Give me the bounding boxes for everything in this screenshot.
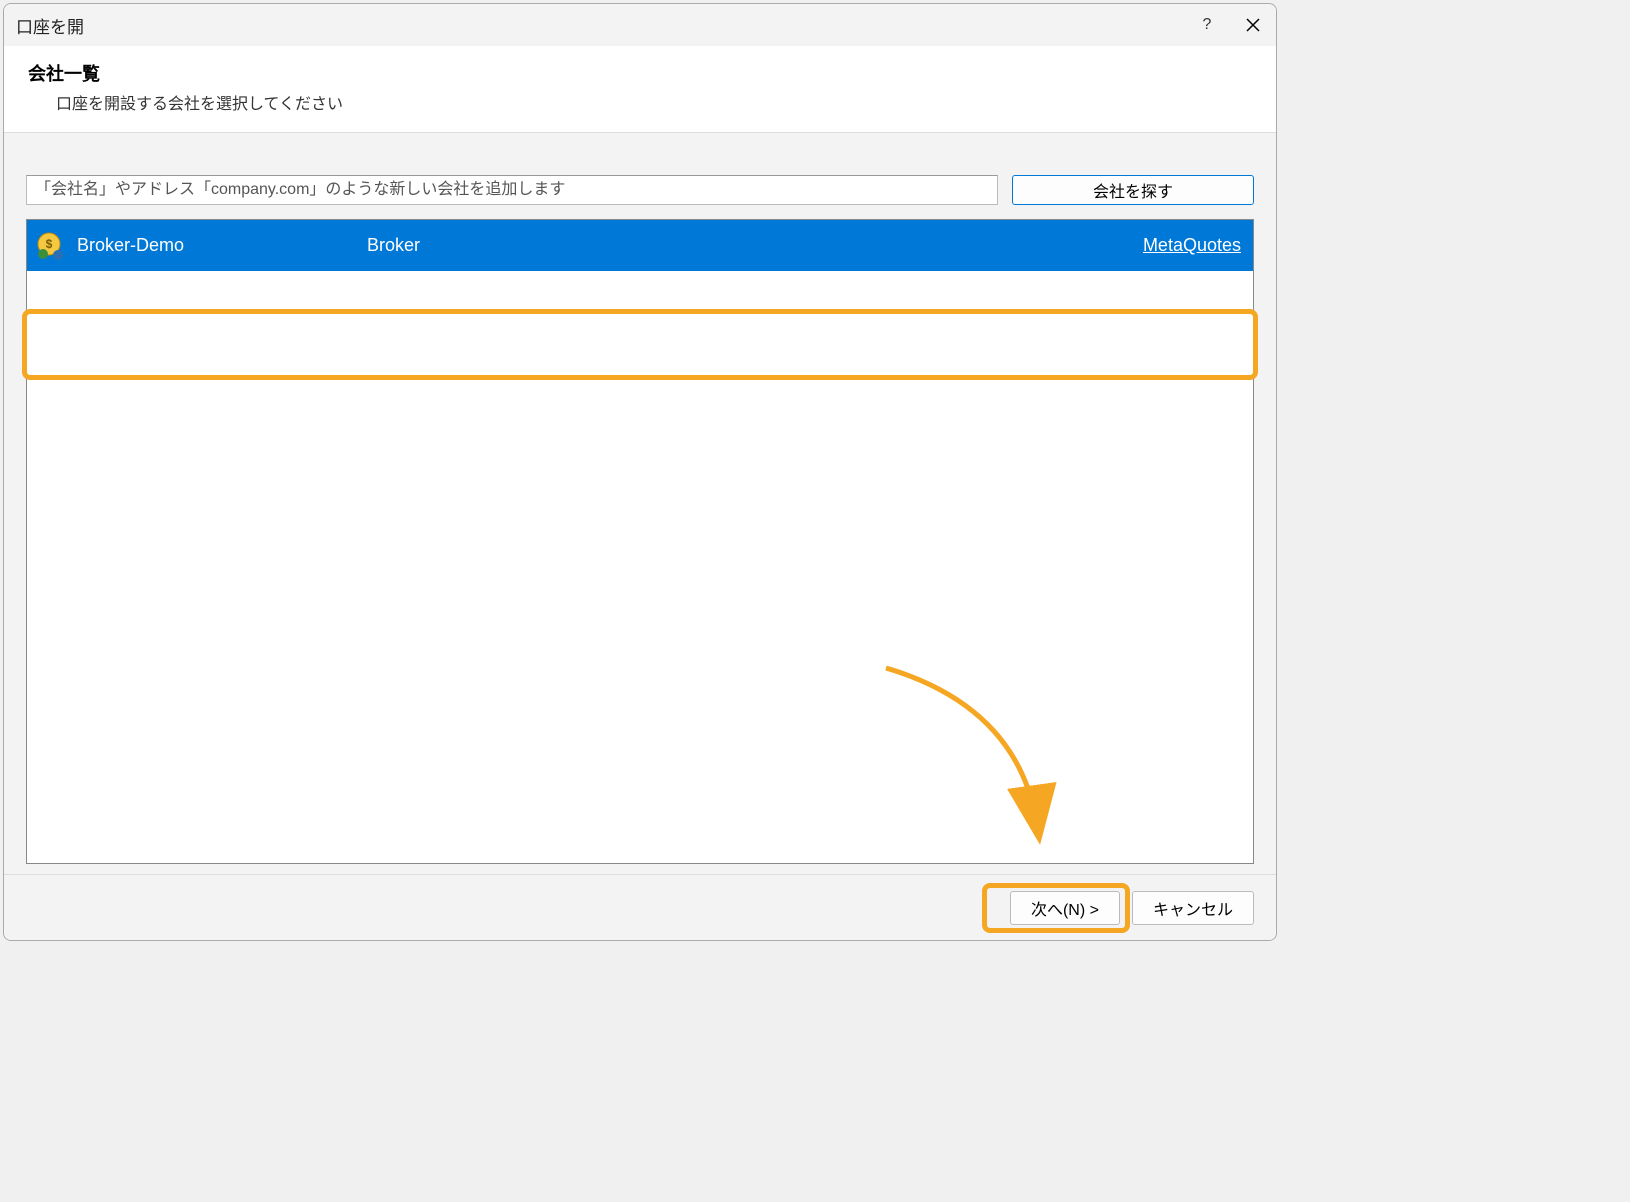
company-name: Broker-Demo <box>77 235 367 256</box>
company-broker-label: Broker <box>367 235 1143 256</box>
next-button[interactable]: 次へ(N) > <box>1010 891 1120 925</box>
help-icon: ? <box>1203 16 1212 34</box>
company-list-row[interactable]: $ Broker-Demo Broker MetaQuotes <box>27 220 1253 271</box>
titlebar-buttons: ? <box>1184 4 1276 46</box>
footer: 次へ(N) > キャンセル <box>4 874 1276 940</box>
header-section: 会社一覧 口座を開設する会社を選択してください <box>4 46 1276 133</box>
broker-icon: $ <box>35 230 67 262</box>
company-search-input[interactable] <box>26 175 998 205</box>
window-title: 口座を開 <box>16 13 84 38</box>
cancel-button[interactable]: キャンセル <box>1132 891 1254 925</box>
find-company-button[interactable]: 会社を探す <box>1012 175 1254 205</box>
dialog-window: 口座を開 ? 会社一覧 口座を開設する会社を選択してください 会社を探す <box>3 3 1277 941</box>
main-area: 会社を探す $ Broker-Demo Broker MetaQuotes <box>4 133 1276 874</box>
header-title: 会社一覧 <box>28 60 1252 86</box>
close-icon <box>1246 18 1260 32</box>
titlebar: 口座を開 ? <box>4 4 1276 46</box>
header-subtitle: 口座を開設する会社を選択してください <box>28 90 1252 114</box>
metaquotes-link[interactable]: MetaQuotes <box>1143 235 1241 256</box>
close-button[interactable] <box>1230 4 1276 46</box>
help-button[interactable]: ? <box>1184 4 1230 46</box>
svg-text:$: $ <box>46 237 53 251</box>
company-list[interactable]: $ Broker-Demo Broker MetaQuotes <box>26 219 1254 864</box>
search-row: 会社を探す <box>26 175 1254 205</box>
